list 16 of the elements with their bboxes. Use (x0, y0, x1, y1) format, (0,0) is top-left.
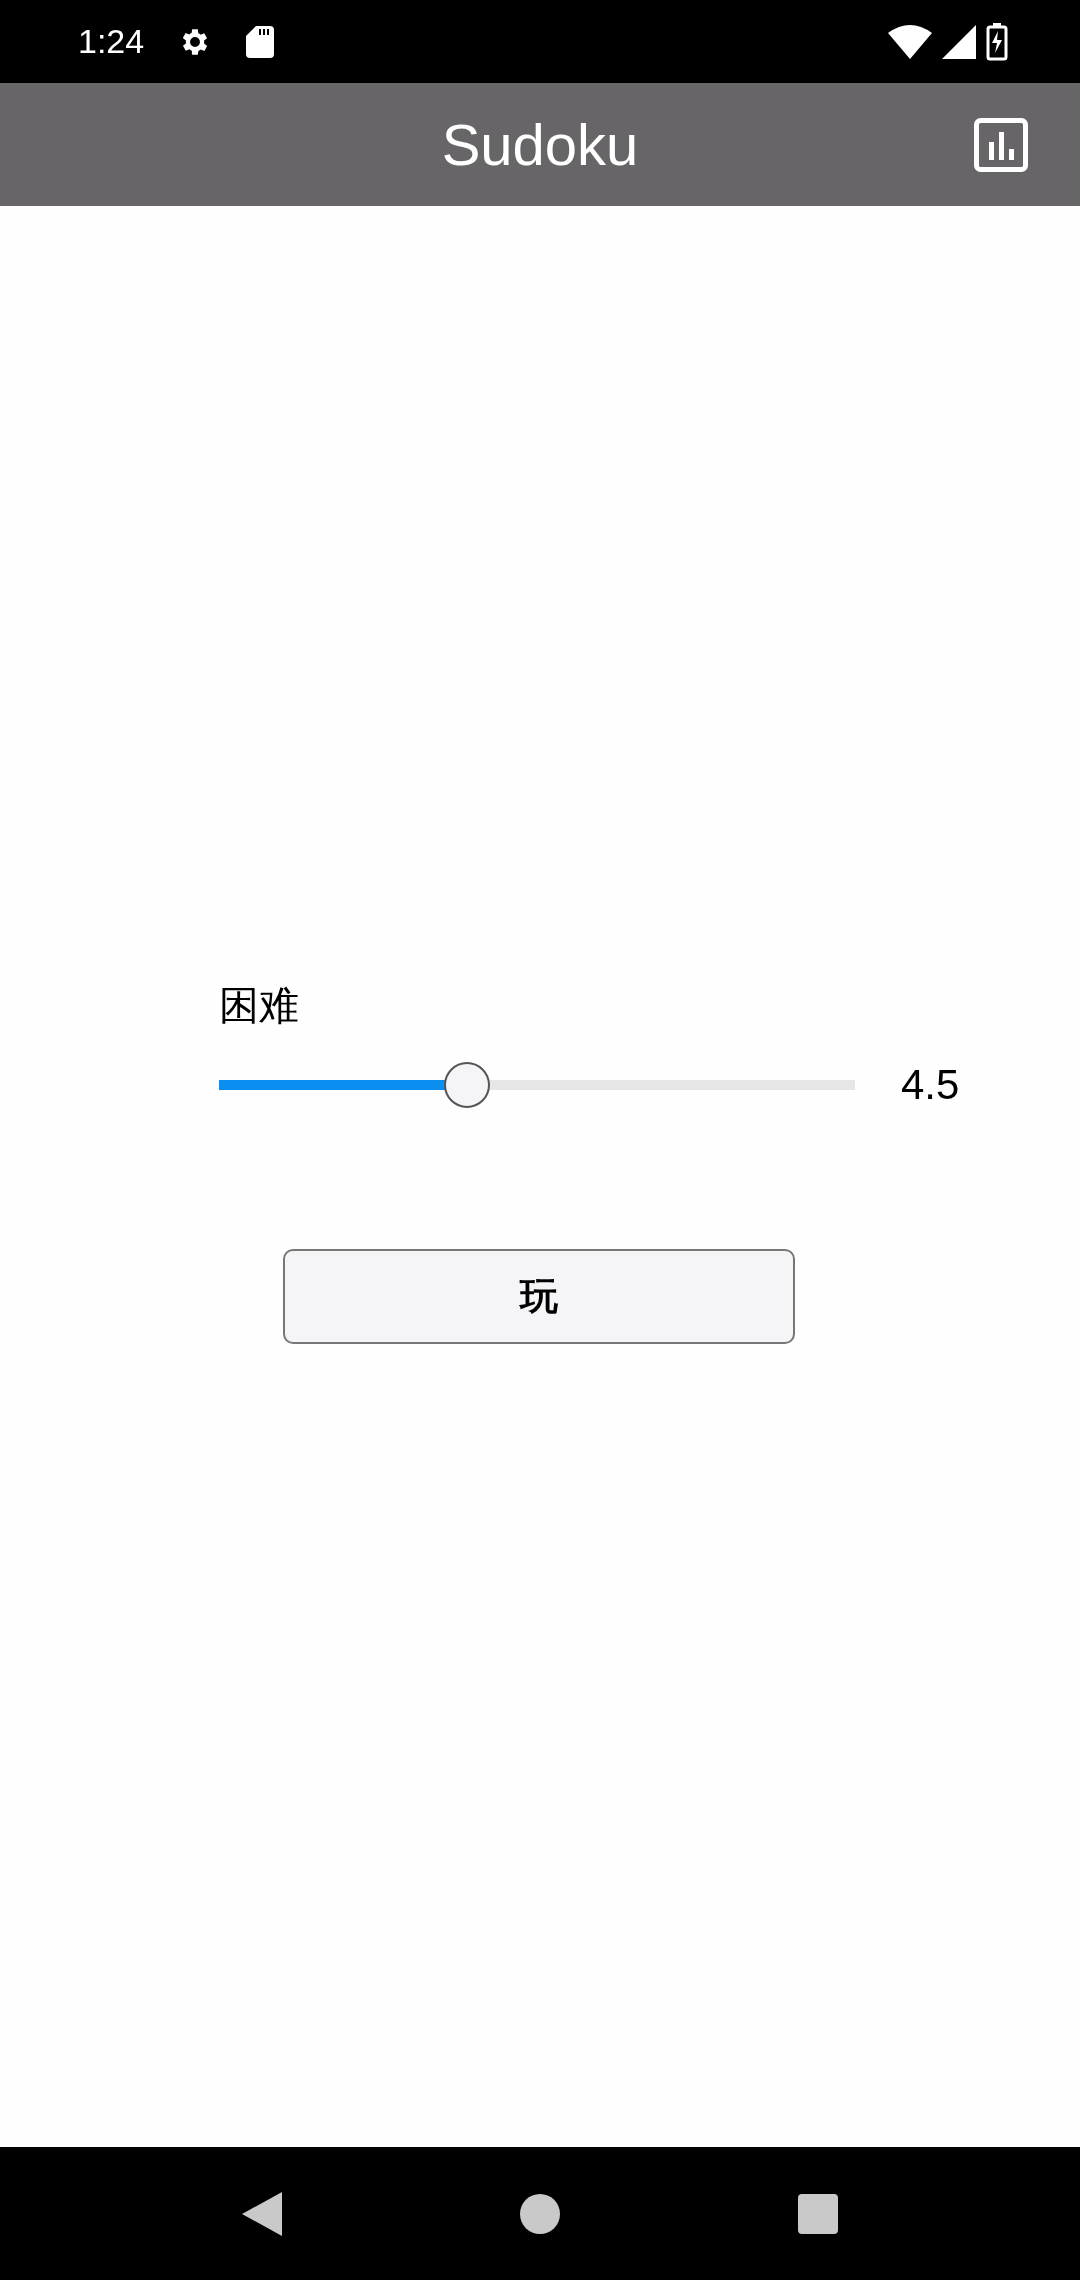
difficulty-slider[interactable] (219, 1062, 855, 1108)
recents-icon[interactable] (798, 2193, 838, 2234)
app-title: Sudoku (441, 111, 639, 178)
status-time: 1:24 (78, 22, 145, 61)
home-icon[interactable] (520, 2193, 560, 2234)
slider-thumb[interactable] (444, 1062, 491, 1108)
difficulty-value: 4.5 (901, 1061, 960, 1109)
sd-card-icon (246, 25, 275, 58)
back-icon[interactable] (242, 2191, 282, 2236)
wifi-icon (888, 24, 932, 59)
battery-icon (986, 22, 1008, 61)
statistics-button[interactable] (974, 118, 1028, 172)
difficulty-label: 困难 (219, 981, 299, 1029)
bar-chart-icon (974, 118, 1028, 172)
play-button[interactable]: 玩 (283, 1249, 795, 1344)
signal-icon (942, 24, 976, 59)
